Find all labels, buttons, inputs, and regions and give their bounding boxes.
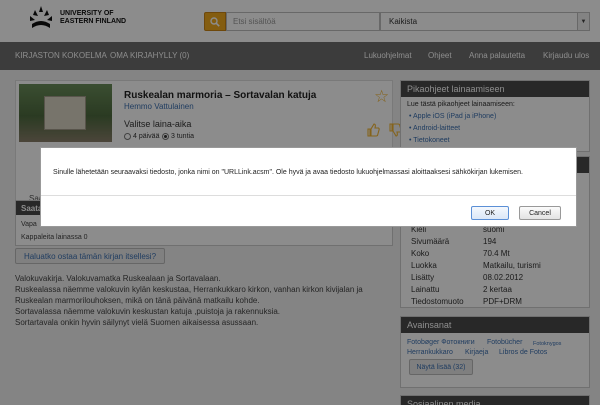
download-confirm-dialog: Sinulle lähetetään seuraavaksi tiedosto,… [40,147,577,227]
cancel-button[interactable]: Cancel [519,206,561,220]
ok-button[interactable]: OK [471,206,509,220]
dialog-divider [41,195,576,196]
dialog-message: Sinulle lähetetään seuraavaksi tiedosto,… [53,169,523,176]
